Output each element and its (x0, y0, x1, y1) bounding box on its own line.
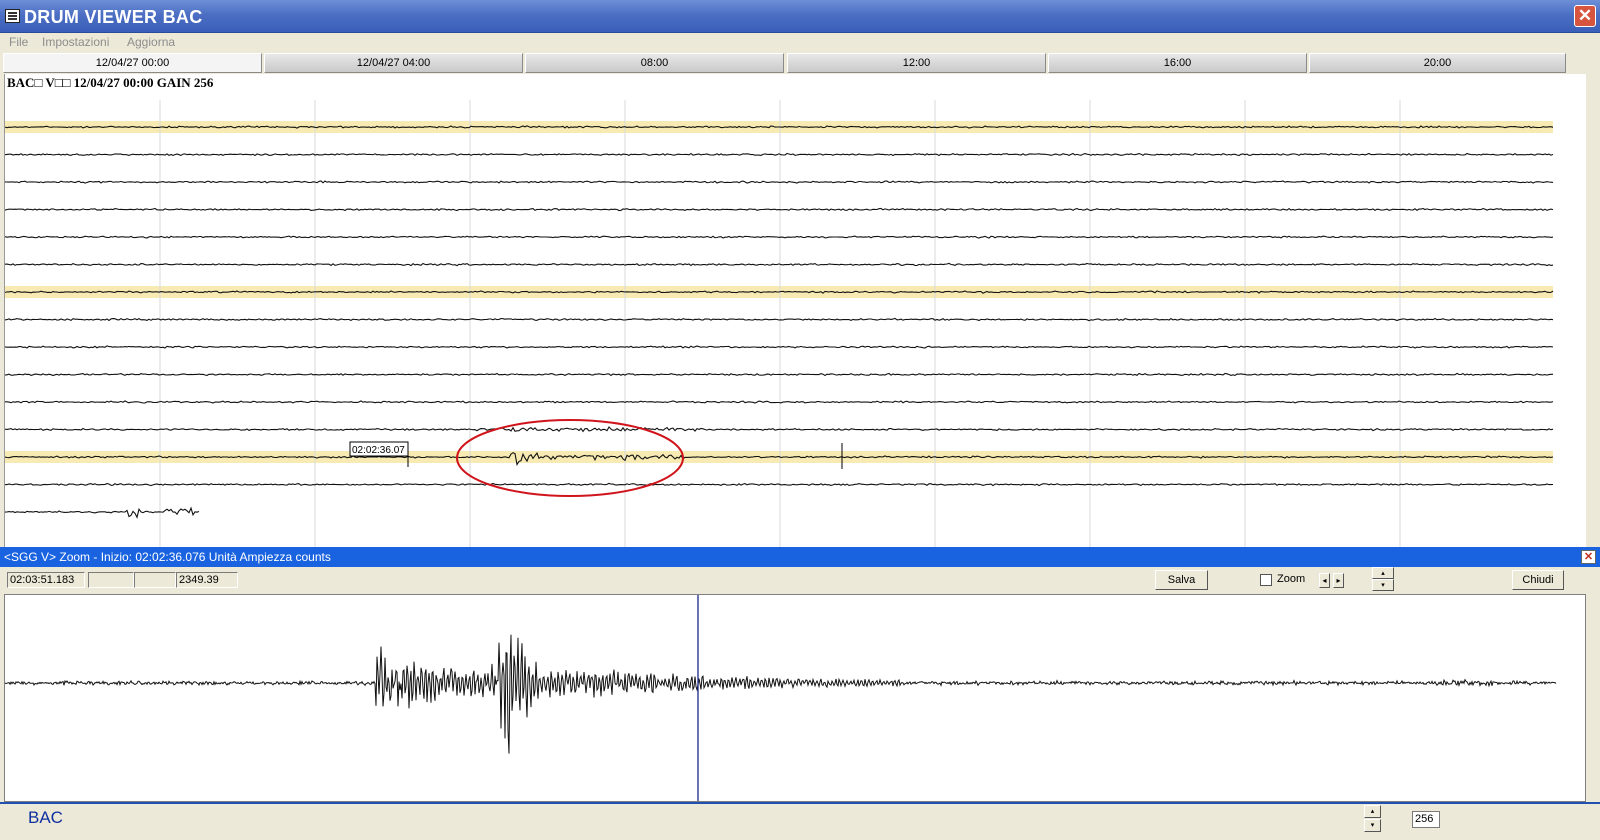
seismogram-trace (5, 317, 1554, 322)
seismogram-trace (5, 235, 1554, 239)
close-zoom-button[interactable]: Chiudi (1512, 570, 1564, 590)
time-field[interactable]: 02:03:51.183 (7, 572, 85, 588)
seismogram-trace (5, 180, 1554, 184)
window-close-button[interactable]: ✕ (1574, 5, 1596, 27)
amplitude-field[interactable]: 2349.39 (176, 572, 238, 588)
menu-file[interactable]: File (9, 35, 28, 49)
drum-traces: 02:02:36.07 (5, 100, 1554, 547)
zoom-waveform (5, 595, 1557, 801)
seismogram-trace (5, 482, 1554, 487)
station-label: BAC (28, 808, 63, 827)
time-marker-label: 02:02:36.07 (352, 445, 405, 456)
drum-viewer-window: DRUM VIEWER BAC ✕ File Impostazioni Aggi… (0, 0, 1600, 840)
drum-info-label: BAC□ V□□ 12/04/27 00:00 GAIN 256 (7, 75, 214, 90)
status-bar: BAC ▴ ▾ 256 (0, 802, 1600, 840)
menu-impostazioni[interactable]: Impostazioni (42, 35, 109, 49)
seismogram-trace (5, 262, 1554, 267)
seismogram-trace (5, 400, 1554, 404)
app-icon[interactable] (5, 9, 20, 23)
seismogram-trace (5, 426, 1554, 433)
gain-up-button[interactable]: ▴ (1364, 805, 1381, 818)
zoom-checkbox[interactable] (1260, 574, 1272, 586)
menu-bar: File Impostazioni Aggiorna (0, 33, 1600, 52)
window-title: DRUM VIEWER BAC (24, 7, 203, 27)
zoom-window-title: <SGG V> Zoom - Inizio: 02:02:36.076 Unit… (0, 547, 1600, 567)
time-header-cell[interactable]: 16:00 (1048, 53, 1307, 73)
time-header-cell[interactable]: 08:00 (525, 53, 784, 73)
seismogram-trace (5, 506, 200, 519)
drum-plot[interactable]: 02:02:36.07 BAC□ V□□ 12/04/27 00:00 GAIN… (4, 74, 1586, 547)
save-button[interactable]: Salva (1155, 570, 1208, 590)
time-header: 12/04/27 00:00 12/04/27 04:00 08:00 12:0… (0, 52, 1600, 74)
gain-field[interactable]: 256 (1412, 811, 1440, 828)
time-header-cell[interactable]: 12:00 (787, 53, 1046, 73)
seismogram-trace (5, 372, 1553, 377)
seismogram-trace (5, 345, 1554, 349)
seismogram-trace (5, 152, 1554, 157)
menu-aggiorna[interactable]: Aggiorna (127, 35, 175, 49)
empty-field[interactable] (134, 572, 176, 588)
time-header-cell[interactable]: 12/04/27 04:00 (264, 53, 523, 73)
zoom-toolbar: 02:03:51.183 2349.39 Salva Zoom ◂ ▸ ▴ ▾ … (0, 567, 1600, 594)
zoom-trace (5, 634, 1557, 754)
empty-field[interactable] (88, 572, 134, 588)
zoom-plot[interactable] (4, 594, 1586, 802)
zoom-checkbox-label: Zoom (1277, 573, 1306, 585)
zoom-close-icon[interactable]: ✕ (1581, 550, 1596, 564)
time-header-cell[interactable]: 12/04/27 00:00 (3, 53, 262, 73)
seismogram-trace (5, 207, 1554, 212)
zoom-title-text: <SGG V> Zoom - Inizio: 02:02:36.076 Unit… (4, 550, 331, 564)
amplitude-down-button[interactable]: ▾ (1372, 579, 1394, 591)
amplitude-up-button[interactable]: ▴ (1372, 567, 1394, 579)
drum-scrollbar[interactable] (1586, 74, 1600, 547)
gain-down-button[interactable]: ▾ (1364, 819, 1381, 832)
scroll-left-button[interactable]: ◂ (1319, 573, 1330, 588)
title-bar: DRUM VIEWER BAC ✕ (0, 0, 1600, 33)
scroll-right-button[interactable]: ▸ (1333, 573, 1344, 588)
time-header-cell[interactable]: 20:00 (1309, 53, 1566, 73)
